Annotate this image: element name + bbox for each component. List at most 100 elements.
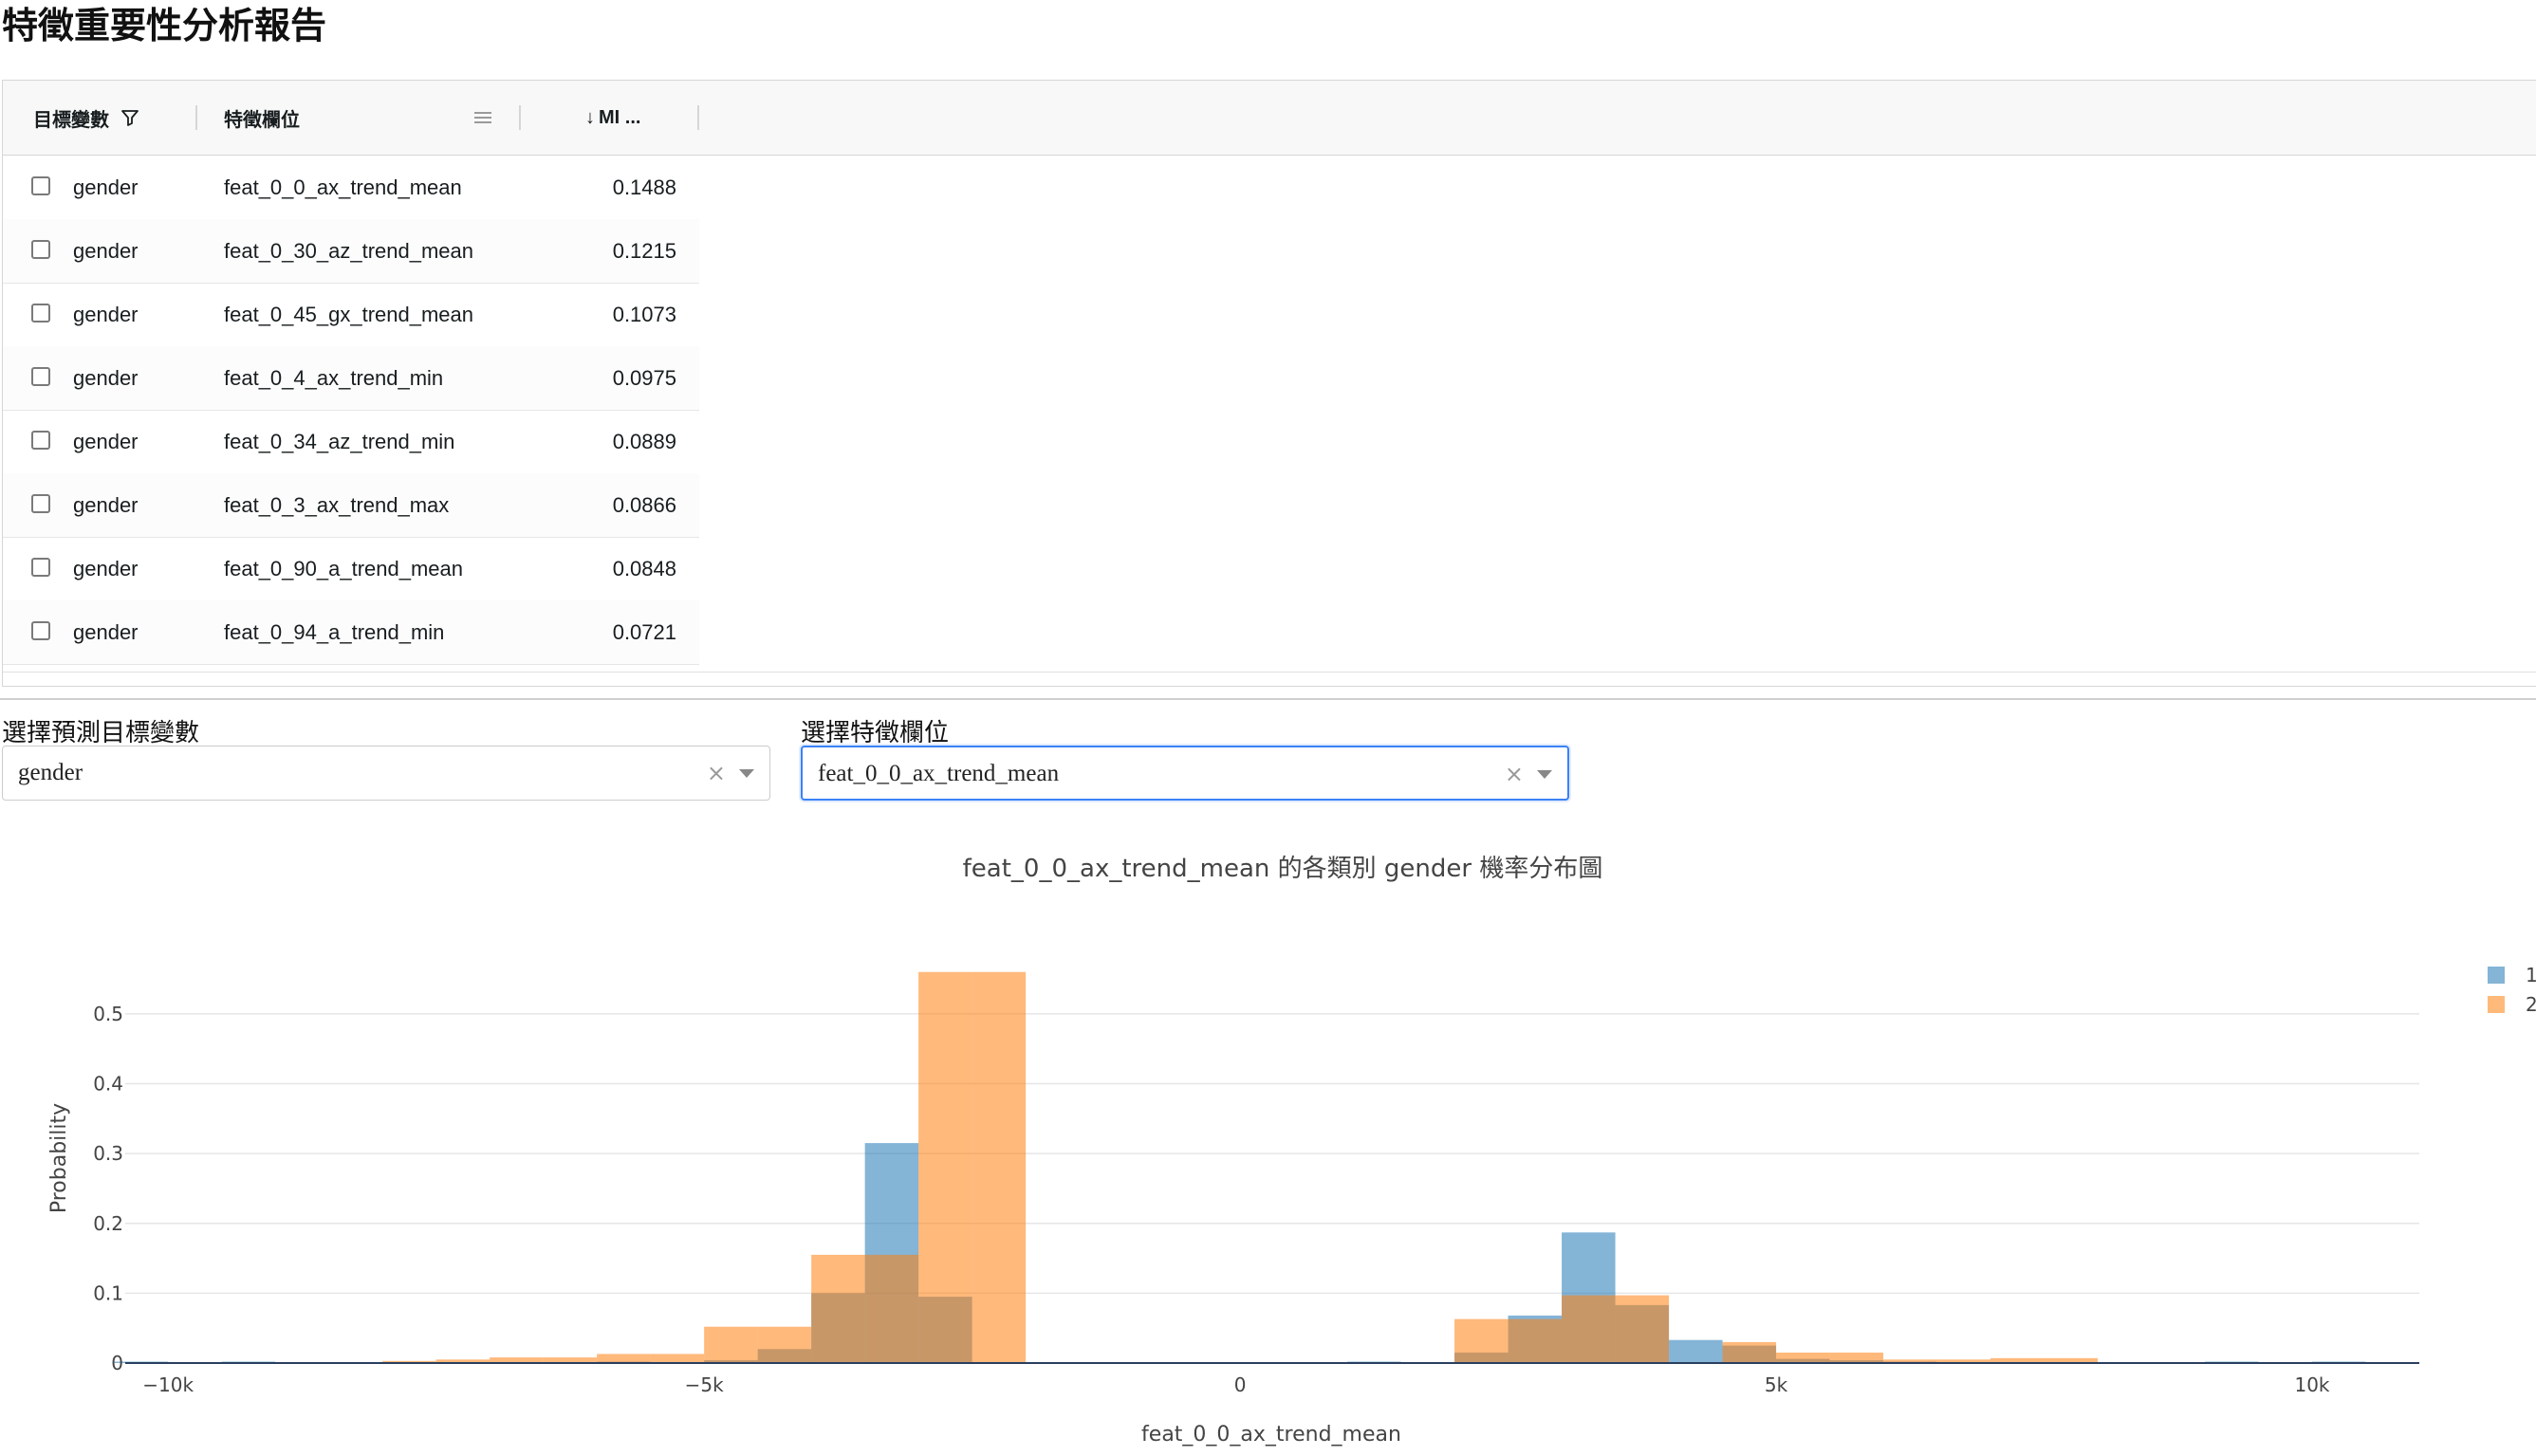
cell-feature: feat_0_0_ax_trend_mean	[224, 175, 462, 199]
y-tick-label: 0.2	[93, 1212, 123, 1235]
cell-mi: 0.0866	[612, 493, 676, 517]
histogram-bar-2	[1508, 1318, 1563, 1363]
column-header-feature[interactable]: 特徵欄位	[224, 81, 300, 155]
sort-desc-icon: ↓	[585, 106, 595, 128]
page-title: 特徵重要性分析報告	[2, 5, 327, 46]
y-tick-label: 0.3	[93, 1142, 123, 1165]
histogram-bar-2	[650, 1354, 705, 1363]
cell-mi: 0.0889	[612, 430, 676, 453]
target-select-value: gender	[18, 760, 83, 785]
histogram-bar-2	[864, 1254, 919, 1363]
cell-target: gender	[73, 557, 139, 581]
row-checkbox[interactable]	[31, 621, 50, 640]
feature-select[interactable]: feat_0_0_ax_trend_mean ×	[801, 746, 1569, 801]
legend-label: 1	[2526, 964, 2536, 986]
feature-importance-grid: 目標變數 特徵欄位 ↓ MI ... gender feat_0_0_ax_tr…	[2, 80, 2536, 687]
table-row[interactable]: gender feat_0_45_gx_trend_mean 0.1073	[3, 283, 699, 347]
y-axis-title: Probability	[47, 1103, 71, 1213]
histogram-bar-2	[704, 1326, 758, 1363]
row-checkbox[interactable]	[31, 304, 50, 323]
cell-target: gender	[73, 366, 139, 390]
column-header-target[interactable]: 目標變數	[33, 81, 139, 155]
cell-feature: feat_0_4_ax_trend_min	[224, 366, 444, 390]
table-row[interactable]: gender feat_0_94_a_trend_min 0.0721	[3, 600, 699, 665]
y-tick-label: 0.4	[93, 1073, 123, 1096]
filter-icon[interactable]	[120, 108, 139, 127]
table-row[interactable]: gender feat_0_0_ax_trend_mean 0.1488	[3, 156, 699, 220]
cell-target: gender	[73, 175, 139, 199]
row-checkbox[interactable]	[31, 176, 50, 195]
x-tick-label: 5k	[1765, 1373, 1788, 1396]
cell-target: gender	[73, 620, 139, 644]
probability-histogram: feat_0_0_ax_trend_mean 的各類別 gender 機率分布圖…	[47, 855, 2536, 1447]
histogram-bar-2	[1615, 1295, 1670, 1363]
histogram-bar-2	[918, 971, 972, 1363]
histogram-bar-2	[1722, 1341, 1777, 1363]
legend-swatch	[2488, 967, 2505, 984]
horizontal-scrollbar[interactable]	[3, 672, 2536, 686]
y-tick-label: 0	[111, 1352, 123, 1374]
clear-icon[interactable]: ×	[1505, 747, 1524, 801]
column-header-target-label: 目標變數	[33, 109, 109, 131]
row-checkbox[interactable]	[31, 494, 50, 513]
cell-feature: feat_0_45_gx_trend_mean	[224, 303, 473, 326]
y-tick-label: 0.1	[93, 1281, 123, 1304]
table-row[interactable]: gender feat_0_4_ax_trend_min 0.0975	[3, 346, 699, 411]
cell-target: gender	[73, 239, 139, 263]
cell-feature: feat_0_94_a_trend_min	[224, 620, 445, 644]
grid-body: gender feat_0_0_ax_trend_mean 0.1488 gen…	[3, 156, 699, 668]
chart-legend[interactable]: 12	[2488, 964, 2536, 1016]
cell-feature: feat_0_90_a_trend_mean	[224, 557, 463, 581]
column-separator[interactable]	[697, 105, 699, 130]
cell-mi: 0.1073	[612, 303, 676, 326]
histogram-bar-1	[1669, 1339, 1723, 1363]
chevron-down-icon[interactable]	[739, 769, 754, 778]
feature-select-label: 選擇特徵欄位	[801, 719, 950, 747]
grid-header: 目標變數 特徵欄位 ↓ MI ...	[3, 81, 2536, 156]
table-row[interactable]	[3, 664, 699, 668]
chart-title: feat_0_0_ax_trend_mean 的各類別 gender 機率分布圖	[963, 855, 1603, 883]
menu-icon[interactable]	[474, 110, 491, 125]
histogram-bar-2	[1776, 1352, 1830, 1363]
column-header-feature-label: 特徵欄位	[224, 109, 300, 131]
histogram-bar-2	[972, 971, 1027, 1363]
row-checkbox[interactable]	[31, 558, 50, 577]
histogram-bar-2	[597, 1354, 651, 1363]
x-tick-label: 10k	[2294, 1373, 2329, 1396]
histogram-bar-2	[757, 1326, 812, 1363]
chevron-down-icon[interactable]	[1537, 770, 1552, 779]
cell-mi: 0.0975	[612, 366, 676, 390]
x-tick-label: −10k	[142, 1373, 194, 1396]
target-select[interactable]: gender ×	[2, 746, 770, 801]
row-checkbox[interactable]	[31, 367, 50, 386]
table-row[interactable]: gender feat_0_34_az_trend_min 0.0889	[3, 410, 699, 474]
clear-icon[interactable]: ×	[707, 746, 726, 800]
cell-feature: feat_0_30_az_trend_mean	[224, 239, 473, 263]
histogram-bar-2	[1454, 1318, 1509, 1363]
row-checkbox[interactable]	[31, 240, 50, 259]
column-separator[interactable]	[519, 105, 521, 130]
column-header-mi-label: MI ...	[599, 106, 641, 128]
x-axis-title: feat_0_0_ax_trend_mean	[1141, 1423, 1401, 1447]
cell-mi: 0.1488	[612, 175, 676, 199]
target-select-label: 選擇預測目標變數	[2, 719, 200, 747]
table-row[interactable]: gender feat_0_3_ax_trend_max 0.0866	[3, 473, 699, 538]
table-row[interactable]: gender feat_0_30_az_trend_mean 0.1215	[3, 219, 699, 284]
cell-mi: 0.0848	[612, 557, 676, 581]
column-header-mi[interactable]: ↓ MI ...	[585, 81, 640, 155]
section-divider	[0, 698, 2536, 700]
cell-target: gender	[73, 430, 139, 453]
cell-feature: feat_0_3_ax_trend_max	[224, 493, 450, 517]
histogram-bar-2	[1829, 1352, 1884, 1363]
legend-swatch	[2488, 996, 2505, 1013]
histogram-bar-2	[811, 1254, 865, 1363]
table-row[interactable]: gender feat_0_90_a_trend_mean 0.0848	[3, 537, 699, 601]
cell-mi: 0.0721	[612, 620, 676, 644]
cell-mi: 0.1215	[612, 239, 676, 263]
row-checkbox[interactable]	[31, 431, 50, 450]
histogram-bar-2	[1562, 1295, 1616, 1363]
legend-label: 2	[2526, 993, 2536, 1016]
y-tick-label: 0.5	[93, 1003, 123, 1025]
column-separator[interactable]	[195, 105, 197, 130]
x-tick-label: −5k	[685, 1373, 724, 1396]
